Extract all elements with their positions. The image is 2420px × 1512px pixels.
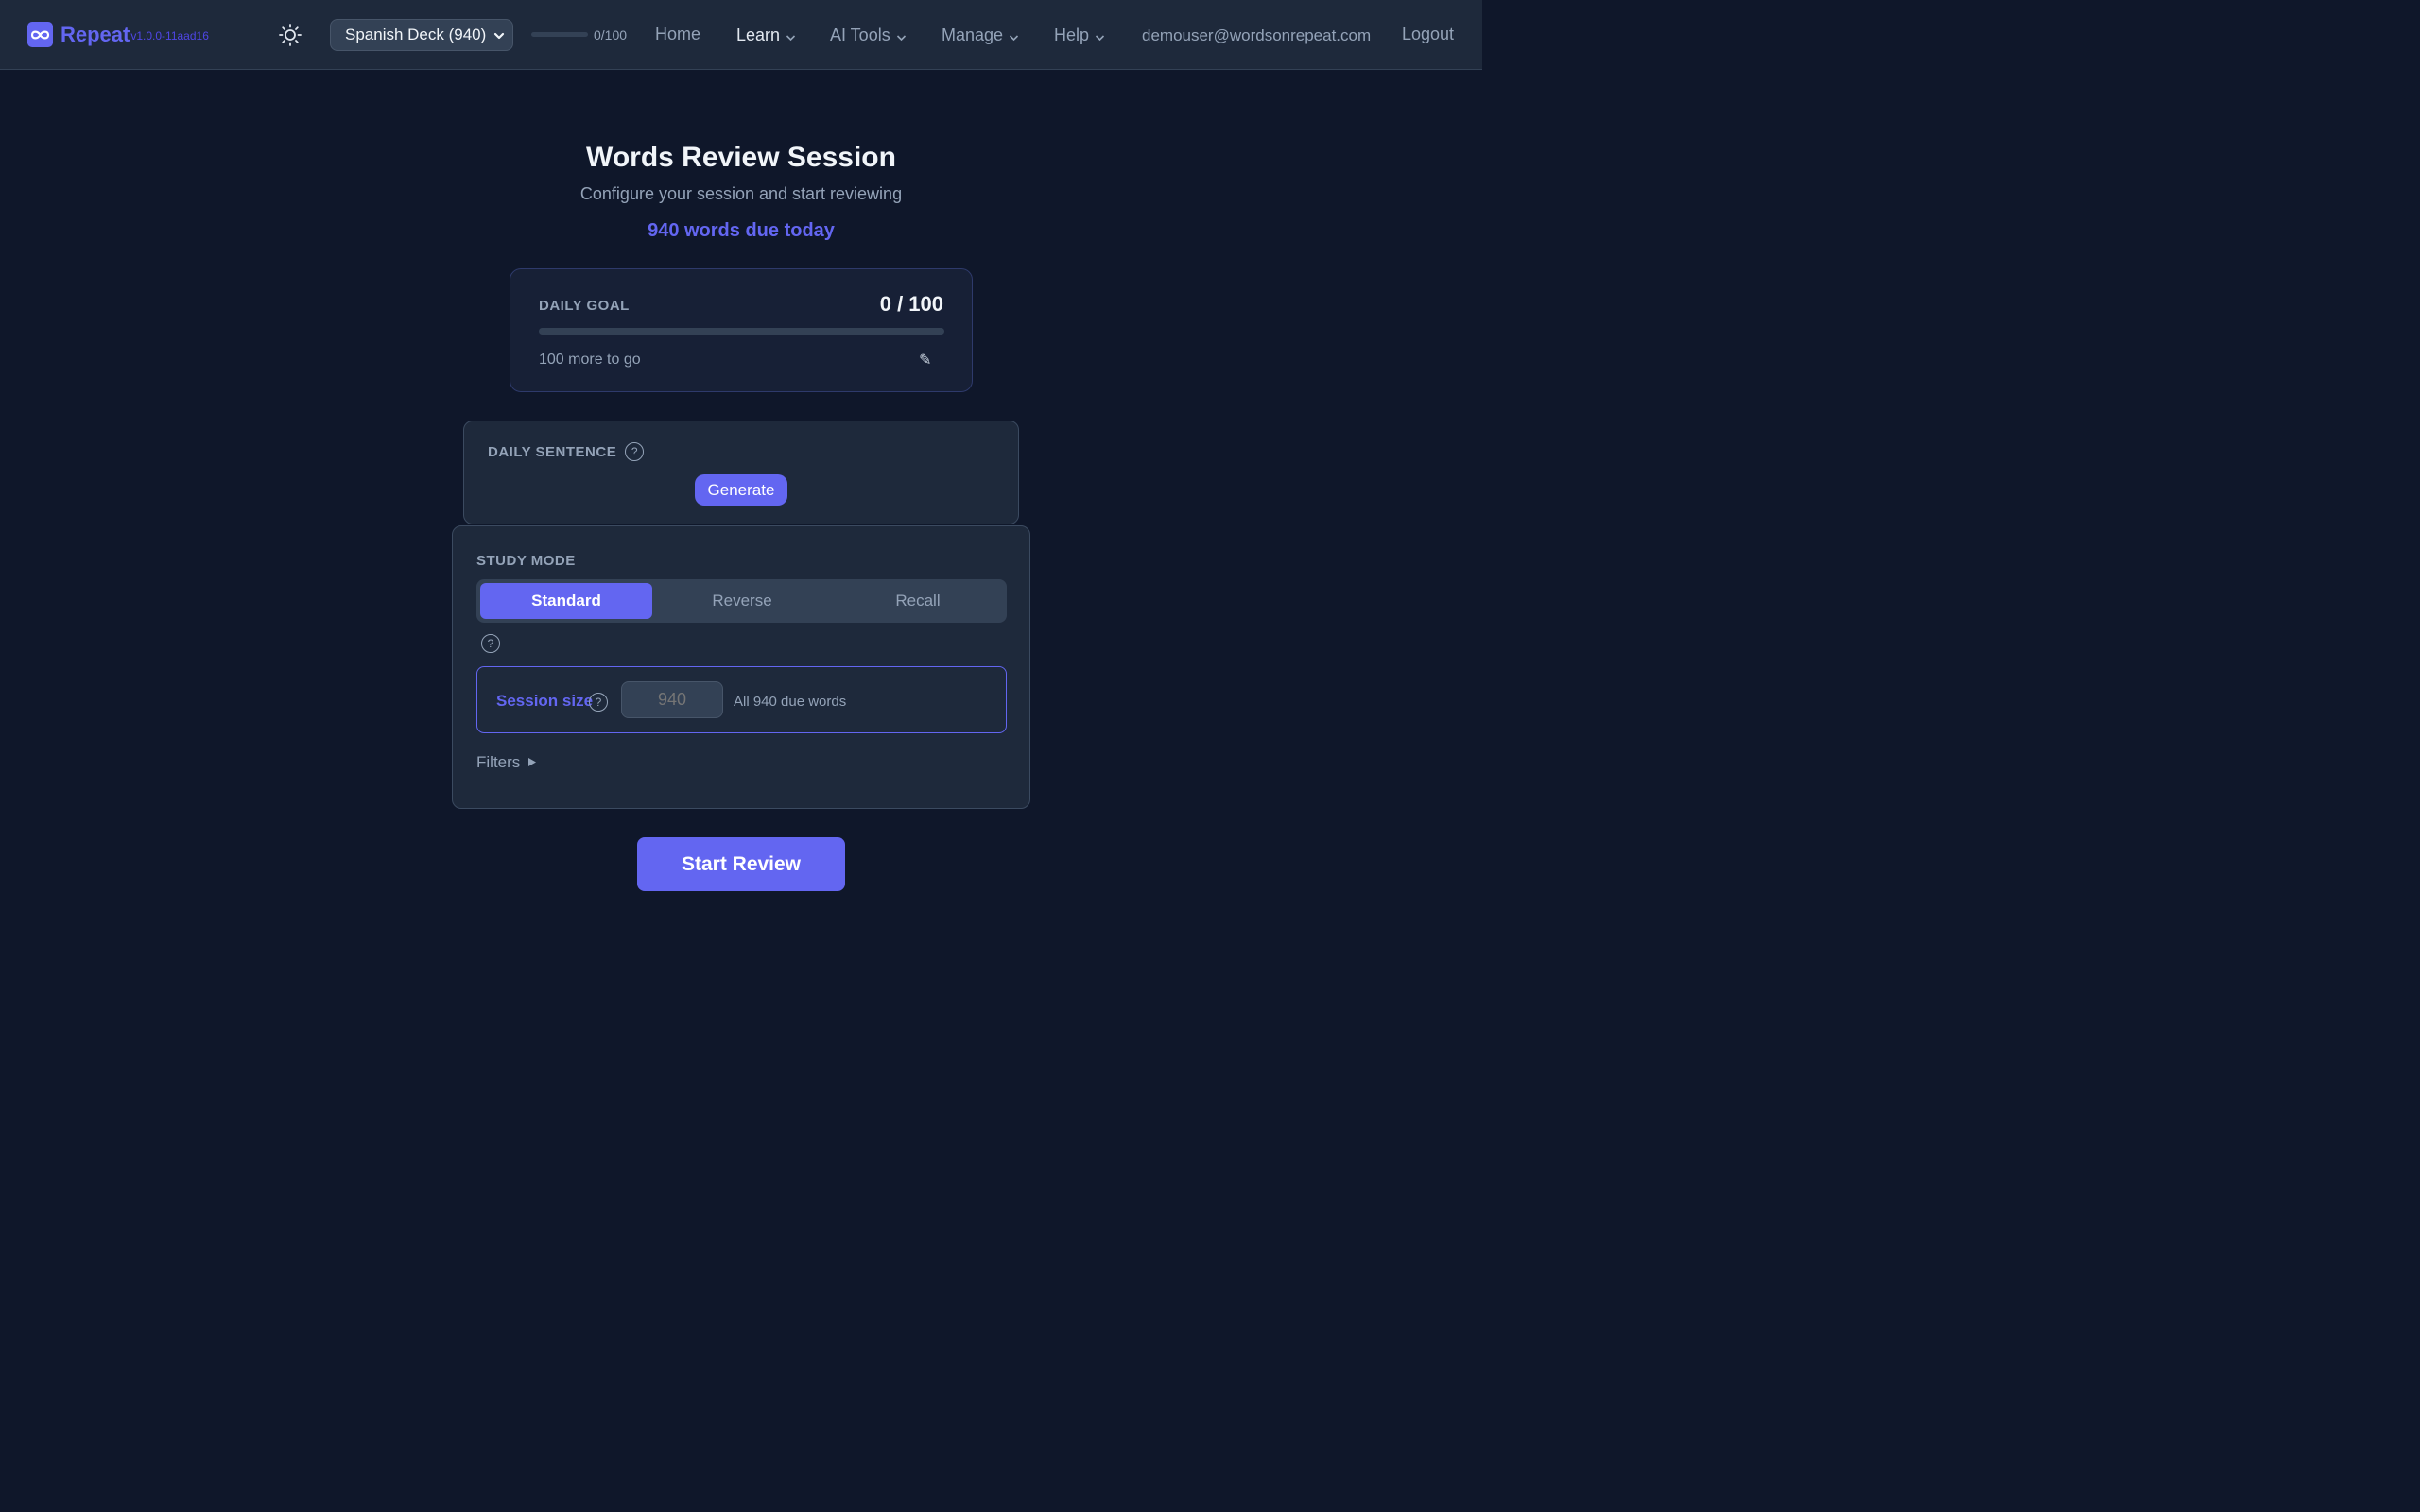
brand[interactable]: Repeat v1.0.0-11aad16 (27, 22, 209, 47)
chevron-down-icon (1009, 26, 1019, 46)
goal-mini-progress-bar (531, 32, 588, 37)
nav-ai-tools-label: AI Tools (830, 26, 890, 44)
app-version: v1.0.0-11aad16 (130, 28, 209, 43)
session-size-input[interactable] (621, 681, 723, 718)
chevron-down-icon (1095, 26, 1105, 46)
session-size-label: Session size (496, 692, 594, 710)
top-navbar: Repeat v1.0.0-11aad16 Spanish Deck (940)… (0, 0, 1482, 70)
session-size-info: All 940 due words (734, 694, 847, 710)
daily-goal-label: DAILY GOAL (539, 298, 630, 314)
nav-manage[interactable]: Manage (942, 25, 1019, 46)
pencil-icon[interactable]: ✎ (919, 351, 931, 369)
nav-help-label: Help (1054, 26, 1090, 44)
theme-toggle-sun-icon[interactable] (278, 23, 302, 47)
brand-name: Repeat (60, 22, 130, 46)
tab-standard[interactable]: Standard (480, 583, 652, 619)
daily-goal-progress-bar (539, 328, 944, 335)
nav-home-label: Home (655, 25, 701, 43)
daily-goal-remaining: 100 more to go (539, 352, 641, 368)
chevron-down-icon (786, 26, 796, 46)
daily-sentence-card: DAILY SENTENCE ? Generate (463, 421, 1019, 524)
daily-goal-value: 0 / 100 (879, 292, 943, 316)
start-review-button[interactable]: Start Review (637, 837, 845, 891)
chevron-down-icon (493, 28, 506, 47)
nav-home[interactable]: Home (655, 25, 700, 44)
logout-button[interactable]: Logout (1402, 25, 1454, 44)
study-mode-label: STUDY MODE (476, 553, 576, 569)
chevron-down-icon (896, 26, 907, 46)
deck-select-value: Spanish Deck (940) (345, 26, 487, 43)
goal-mini-progress-text: 0/100 (594, 27, 628, 43)
filters-toggle[interactable]: Filters (476, 753, 537, 772)
infinity-logo-icon (27, 22, 53, 47)
nav-ai-tools[interactable]: AI Tools (830, 25, 907, 46)
help-circle-icon[interactable]: ? (589, 693, 608, 712)
tab-reverse[interactable]: Reverse (656, 583, 828, 619)
nav-learn-label: Learn (736, 26, 781, 44)
triangle-right-icon (527, 753, 537, 772)
nav-learn[interactable]: Learn (736, 25, 796, 46)
page-title: Words Review Session (586, 142, 896, 173)
help-circle-icon[interactable]: ? (625, 442, 645, 461)
help-circle-icon[interactable]: ? (481, 634, 500, 653)
user-email[interactable]: demouser@wordsonrepeat.com (1142, 26, 1371, 45)
filters-label: Filters (476, 753, 521, 771)
nav-help[interactable]: Help (1054, 25, 1105, 46)
session-size-box: Session size ? All 940 due words (476, 666, 1007, 733)
study-mode-tabs: Standard Reverse Recall (476, 579, 1007, 623)
daily-goal-card: DAILY GOAL 0 / 100 100 more to go ✎ (510, 268, 973, 392)
tab-recall[interactable]: Recall (832, 583, 1004, 619)
nav-manage-label: Manage (942, 26, 1004, 44)
page-subtitle: Configure your session and start reviewi… (579, 184, 903, 203)
deck-select[interactable]: Spanish Deck (940) (330, 19, 513, 51)
due-words-count: 940 words due today (648, 220, 835, 241)
generate-sentence-button[interactable]: Generate (695, 474, 787, 506)
daily-sentence-label: DAILY SENTENCE (488, 443, 617, 460)
study-mode-card: STUDY MODE Standard Reverse Recall ? Ses… (452, 525, 1030, 809)
